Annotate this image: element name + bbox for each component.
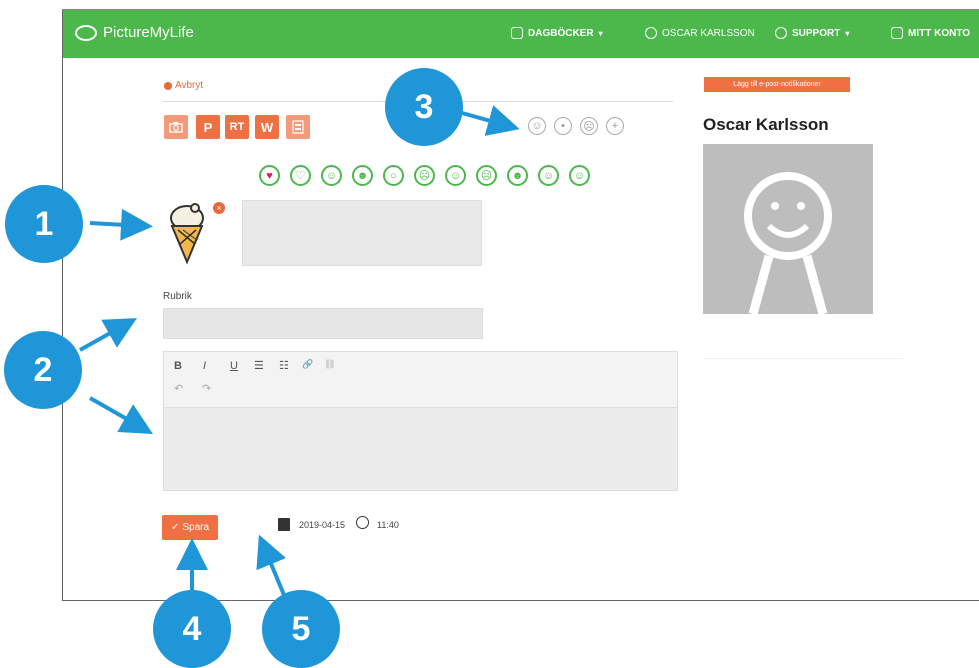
pictogram-button[interactable]: P [196,115,220,139]
save-label: Spara [182,522,210,533]
sad-icon[interactable]: ☹ [580,117,598,135]
cool-glyph: ☺ [542,169,555,182]
callout-badge-2: 2 [4,331,82,409]
app-screen: PictureMyLife DAGBÖCKER ▾ OSCAR KARLSSON… [62,9,979,601]
nav-user-label: OSCAR KARLSSON [662,27,755,39]
cancel-label: Avbryt [175,80,204,91]
blush-glyph: ☺ [449,169,462,182]
grin-icon[interactable]: ☻ [507,165,528,186]
rich-text-editor[interactable]: B I U ☰ ☷ 🔗 ⛓ ↶ ↷ [163,351,678,491]
rt-button[interactable]: RT [225,115,249,139]
nav-user[interactable]: OSCAR KARLSSON [645,27,755,39]
love-eyes-glyph: ♡ [295,170,306,182]
bullet-list-button[interactable]: ☰ [254,359,264,372]
neutral-icon[interactable]: • [554,117,572,135]
image-icon [292,120,304,134]
person-icon [891,27,903,39]
rubrik-input[interactable] [163,308,483,339]
avatar [703,144,873,316]
heart-icon[interactable]: ♥ [259,165,280,186]
smile-glyph: ☺ [531,120,543,132]
entry-date[interactable]: 2019-04-15 [299,520,345,530]
cancel-link[interactable]: Avbryt [164,80,203,91]
undo-button[interactable]: ↶ [174,382,183,395]
cry-icon[interactable]: ☹ [476,165,497,186]
callout-badge-5: 5 [262,590,340,668]
surprised-icon[interactable]: ○ [383,165,404,186]
nav-support[interactable]: SUPPORT ▾ [775,27,849,39]
add-email-notifications-button[interactable]: Lägg till e-post-notifikationer [704,77,850,92]
brand-name: PictureMyLife [103,24,194,41]
nav-support-label: SUPPORT [792,27,841,39]
smile-icon[interactable]: ☺ [528,117,546,135]
smile-icon[interactable]: ☺ [321,165,342,186]
nav-account[interactable]: MITT KONTO [891,27,970,39]
close-icon: × [216,203,222,213]
callout-badge-4: 4 [153,590,231,668]
underline-button[interactable]: U [230,360,238,372]
link-button[interactable]: 🔗 [302,359,313,370]
bold-button[interactable]: B [174,360,182,372]
surprised-glyph: ○ [390,169,397,182]
camera-icon [169,122,183,133]
laugh-glyph: ☻ [356,169,369,182]
speech-bubble-icon [775,27,787,39]
top-navbar: PictureMyLife DAGBÖCKER ▾ OSCAR KARLSSON… [63,10,979,58]
camera-button[interactable] [164,115,188,139]
smile-glyph: ☺ [325,169,338,182]
nav-diaries[interactable]: DAGBÖCKER ▾ [511,27,603,39]
wink-glyph: ☺ [573,169,586,182]
plus-glyph: + [611,120,619,132]
profile-name: Oscar Karlsson [703,115,829,134]
nav-account-label: MITT KONTO [908,27,971,39]
ice-cream-icon [170,203,204,265]
neutral-glyph: • [561,120,565,132]
cool-icon[interactable]: ☺ [538,165,559,186]
sad-glyph: ☹ [583,120,595,133]
nav-diaries-label: DAGBÖCKER [528,27,594,39]
check-icon: ✓ [170,522,180,533]
rubrik-label: Rubrik [163,291,192,302]
entry-time[interactable]: 11:40 [377,520,399,530]
laugh-icon[interactable]: ☻ [352,165,373,186]
callout-badge-3: 3 [385,68,463,146]
cry-glyph: ☹ [480,170,493,182]
wink-icon[interactable]: ☺ [569,165,590,186]
divider [703,358,903,359]
plus-icon[interactable]: + [606,117,624,135]
person-placeholder-icon [744,172,832,316]
chevron-down-icon: ▾ [598,28,603,38]
numbered-list-button[interactable]: ☷ [279,359,289,372]
heart-glyph: ♥ [266,169,273,182]
grin-glyph: ☻ [511,169,524,182]
w-button[interactable]: W [255,115,279,139]
calendar-icon[interactable] [278,518,290,531]
user-icon [645,27,657,39]
redo-button[interactable]: ↷ [202,382,211,395]
save-button[interactable]: ✓ Spara [162,515,218,540]
unlink-button[interactable]: ⛓ [324,359,335,370]
editor-toolbar: B I U ☰ ☷ 🔗 ⛓ ↶ ↷ [164,352,677,408]
image-button[interactable] [286,115,310,139]
w-label: W [260,119,274,135]
italic-button[interactable]: I [203,360,206,372]
clock-icon[interactable] [356,516,369,529]
blush-icon[interactable]: ☺ [445,165,466,186]
chevron-down-icon: ▾ [845,28,850,38]
sad-icon[interactable]: ☹ [414,165,435,186]
diary-icon [511,27,523,39]
remove-image-button[interactable]: × [213,202,225,214]
pictogram-label: P [203,119,213,135]
love-eyes-icon[interactable]: ♡ [290,165,311,186]
image-caption-textarea[interactable] [242,200,482,266]
sad-glyph: ☹ [418,170,431,182]
rt-label: RT [229,121,245,133]
brand-logo[interactable]: PictureMyLife [75,24,194,41]
logo-icon [75,24,97,41]
callout-badge-1: 1 [5,185,83,263]
cancel-icon [164,81,172,90]
